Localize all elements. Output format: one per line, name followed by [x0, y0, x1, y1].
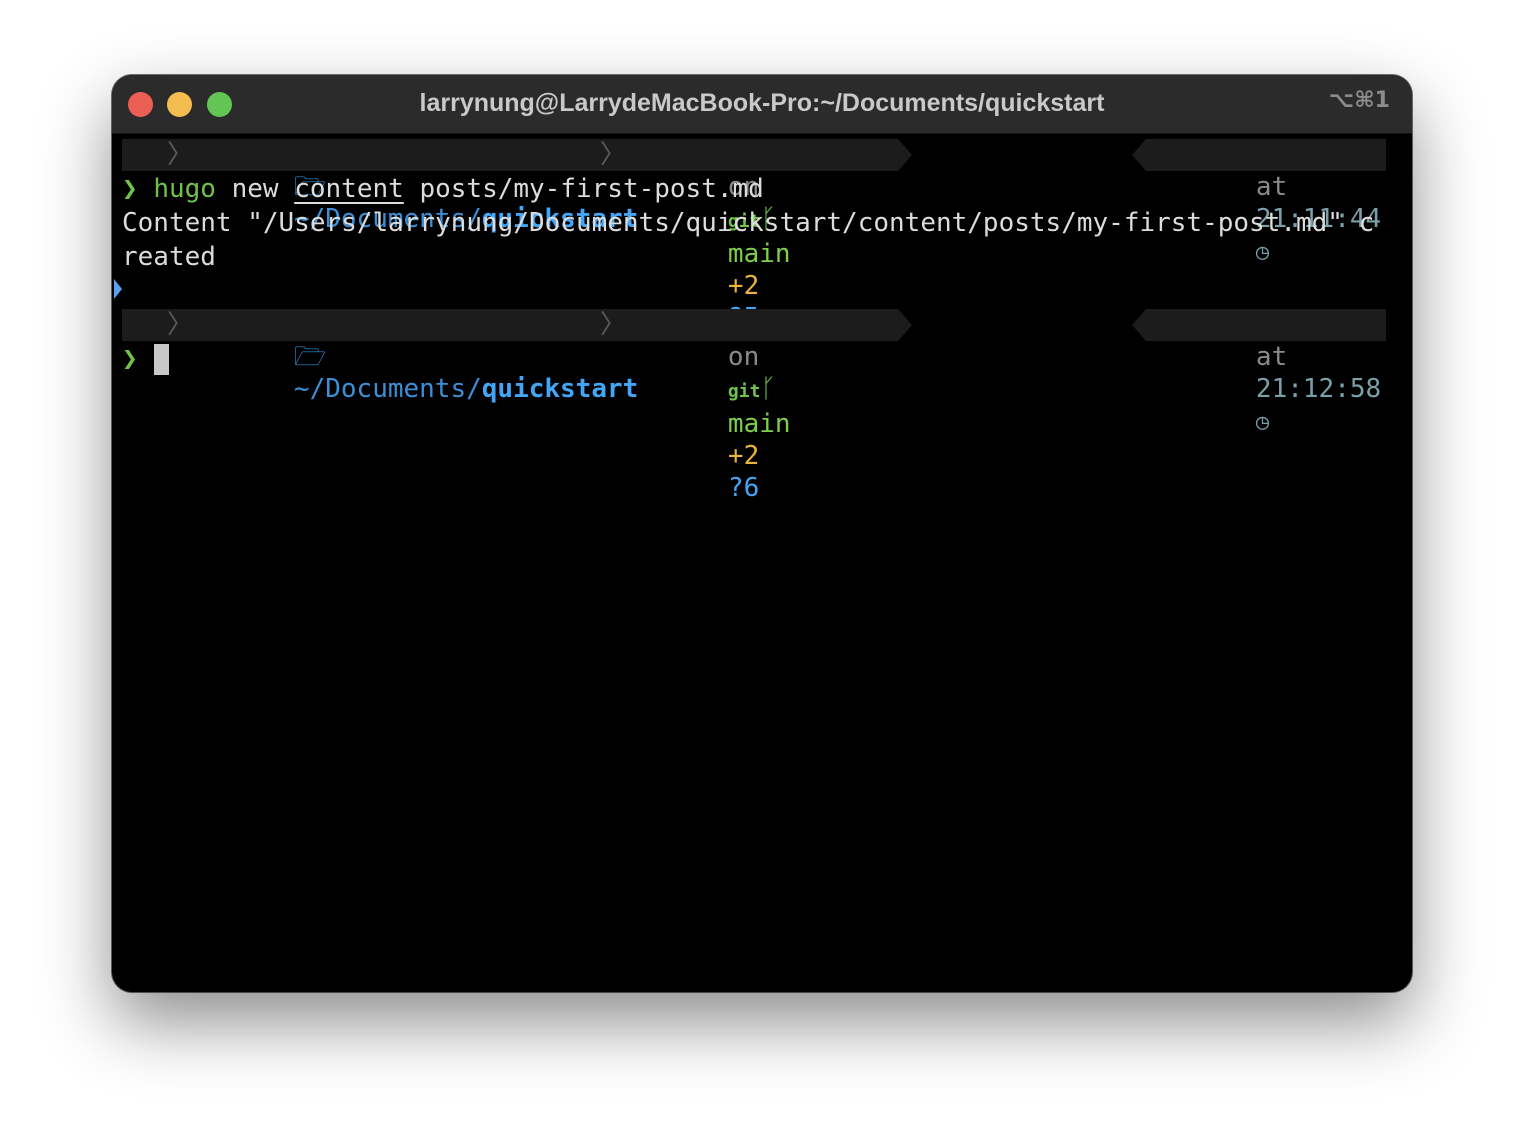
terminal-content[interactable]: 〉 🗁 ~/Documents/quickstart 〉 on gitᚴ mai… [112, 134, 1412, 992]
separator-icon: 〉 [600, 140, 627, 170]
at-label: at [1255, 342, 1288, 372]
window-shortcut: ⌥⌘1 [1328, 88, 1390, 113]
on-label: on [727, 342, 760, 372]
separator-icon: 〉 [167, 140, 194, 170]
branch-name: main [727, 409, 791, 439]
branch-name: main [727, 239, 791, 269]
output-line: Content "/Users/larrynung/Documents/quic… [122, 208, 1375, 238]
staged-count: +2 [727, 271, 760, 301]
command-arg: new [231, 174, 279, 204]
staged-count: +2 [727, 441, 760, 471]
input-line[interactable]: ❯ [122, 342, 153, 376]
separator-icon: 〉 [600, 310, 627, 340]
title-bar[interactable]: larrynung@LarrydeMacBook-Pro:~/Documents… [112, 75, 1412, 134]
folder-icon: 🗁 [293, 342, 327, 372]
prompt-symbol: ❯ [122, 344, 138, 374]
branch-icon: ᚴ [760, 374, 777, 404]
path-prefix: ~/Documents/ [293, 374, 482, 404]
command-program: hugo [153, 174, 216, 204]
output-line: reated [122, 242, 216, 272]
path-dir: quickstart [481, 374, 639, 404]
command-line: ❯ hugo new content posts/my-first-post.m… [122, 172, 764, 206]
clock-icon: ◷ [1255, 240, 1270, 265]
command-arg: posts/my-first-post.md [419, 174, 764, 204]
at-label: at [1255, 172, 1288, 202]
mark-icon [114, 279, 122, 299]
command-arg: content [294, 174, 404, 204]
terminal-window: larrynung@LarrydeMacBook-Pro:~/Documents… [112, 75, 1412, 992]
prompt-symbol: ❯ [122, 174, 138, 204]
clock-icon: ◷ [1255, 410, 1270, 435]
prompt-time: 21:12:58 [1255, 374, 1382, 404]
window-title: larrynung@LarrydeMacBook-Pro:~/Documents… [419, 89, 1105, 117]
text-cursor [154, 344, 169, 375]
untracked-count: ?6 [727, 473, 760, 503]
separator-icon: 〉 [167, 310, 194, 340]
git-icon: git [727, 381, 761, 402]
